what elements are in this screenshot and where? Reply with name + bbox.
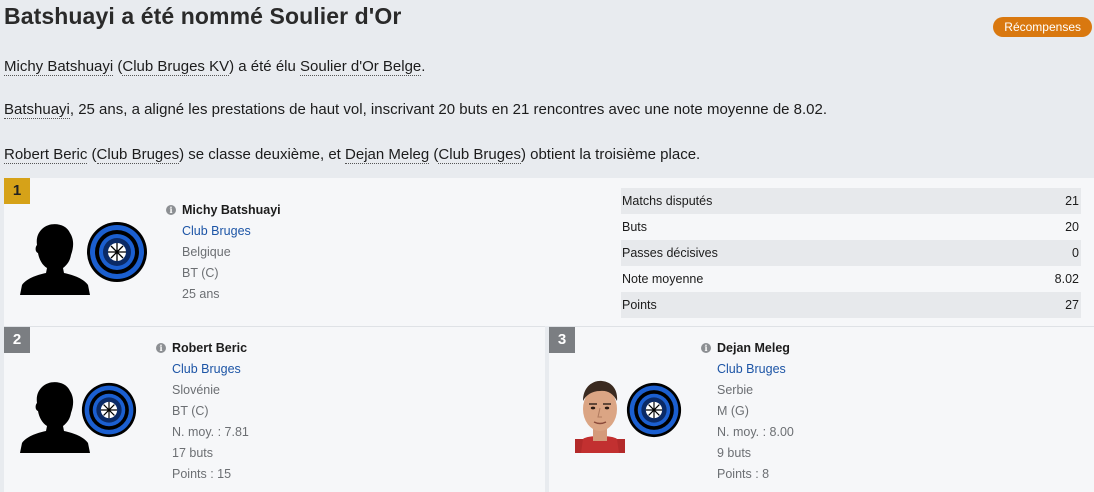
second-info: i Robert Beric Club Bruges Slovénie BT (… <box>156 338 249 485</box>
stat-label: Note moyenne <box>622 272 704 286</box>
player-link-beric[interactable]: Robert Beric <box>4 146 88 164</box>
second-place-card: 2 i Robert Beric Club Bruges Slovénie BT… <box>4 326 545 492</box>
player-position: M (G) <box>717 404 749 418</box>
winner-stats-table: Matchs disputés 21 Buts 20 Passes décisive… <box>621 188 1081 318</box>
player-position: BT (C) <box>182 266 219 280</box>
stat-label: Buts <box>622 220 648 234</box>
stat-value: 0 <box>1072 246 1079 260</box>
stat-label: Passes décisives <box>622 246 718 260</box>
club-link-2[interactable]: Club Bruges <box>96 146 180 164</box>
stat-row: Points 27 <box>621 292 1081 318</box>
player-nation: Slovénie <box>172 383 220 397</box>
text-fragment: . <box>421 58 426 75</box>
player-points: Points : 8 <box>717 467 770 481</box>
club-link-3[interactable]: Club Bruges <box>438 146 521 164</box>
player-photo <box>575 380 625 453</box>
player-name[interactable]: Michy Batshuayi <box>182 200 281 221</box>
rank-badge-2: 2 <box>4 327 30 353</box>
player-nation: Serbie <box>717 383 754 397</box>
player-position: BT (C) <box>172 404 209 418</box>
club-crest-icon <box>81 382 137 438</box>
club-crest-icon <box>87 222 147 282</box>
player-club-link[interactable]: Club Bruges <box>182 221 281 242</box>
player-goals: 17 buts <box>172 446 214 460</box>
player-name[interactable]: Dejan Meleg <box>717 338 794 359</box>
stat-value: 20 <box>1065 220 1079 234</box>
text-fragment: ( <box>87 146 97 163</box>
rank-badge-1: 1 <box>4 178 30 204</box>
news-paragraph-stats: Batshuayi, 25 ans, a aligné les prestati… <box>4 101 828 119</box>
text-fragment: ) se classe deuxième, et <box>179 146 346 163</box>
club-link[interactable]: Club Bruges KV <box>122 58 230 76</box>
stat-value: 21 <box>1065 194 1079 208</box>
player-link-batshuayi-2[interactable]: Batshuayi <box>4 101 70 119</box>
page-title: Batshuayi a été nommé Soulier d'Or <box>4 3 402 29</box>
info-icon[interactable]: i <box>166 205 176 215</box>
player-age: 25 ans <box>182 287 220 301</box>
text-fragment: , 25 ans, a aligné les prestations de ha… <box>69 101 828 118</box>
stat-label: Points <box>622 298 657 312</box>
news-paragraph-winner: Michy Batshuayi (Club Bruges KV) a été é… <box>4 58 426 76</box>
player-club-link[interactable]: Club Bruges <box>717 359 794 380</box>
stat-value: 27 <box>1065 298 1079 312</box>
awards-badge[interactable]: Récompenses <box>993 17 1092 37</box>
player-name[interactable]: Robert Beric <box>172 338 249 359</box>
player-points: Points : 15 <box>172 467 232 481</box>
player-silhouette-icon <box>20 224 90 295</box>
text-fragment: ( <box>113 58 123 75</box>
third-info: i Dejan Meleg Club Bruges Serbie M (G) N… <box>701 338 794 485</box>
text-fragment: ) a été élu <box>229 58 301 75</box>
player-link-batshuayi[interactable]: Michy Batshuayi <box>4 58 114 76</box>
winner-info: i Michy Batshuayi Club Bruges Belgique B… <box>166 200 281 305</box>
player-club-link[interactable]: Club Bruges <box>172 359 249 380</box>
stat-row: Passes décisives 0 <box>621 240 1081 266</box>
club-crest-icon <box>626 382 682 438</box>
info-icon[interactable]: i <box>701 343 711 353</box>
award-link[interactable]: Soulier d'Or Belge <box>300 58 422 76</box>
player-rating: N. moy. : 7.81 <box>172 425 249 439</box>
stat-value: 8.02 <box>1054 272 1079 286</box>
stat-row: Buts 20 <box>621 214 1081 240</box>
player-silhouette-icon <box>20 382 90 453</box>
player-nation: Belgique <box>182 245 231 259</box>
news-paragraph-podium: Robert Beric (Club Bruges) se classe deu… <box>4 146 701 164</box>
player-rating: N. moy. : 8.00 <box>717 425 794 439</box>
player-goals: 9 buts <box>717 446 752 460</box>
stat-row: Note moyenne 8.02 <box>621 266 1081 292</box>
player-link-meleg[interactable]: Dejan Meleg <box>345 146 430 164</box>
winner-card: 1 i Michy Batshuayi Club Bruges Belgique… <box>4 178 1094 326</box>
third-place-card: 3 i Dejan Meleg Club Bruges Serbie M (G)… <box>549 326 1094 492</box>
stat-row: Matchs disputés 21 <box>621 188 1081 214</box>
rank-badge-3: 3 <box>549 327 575 353</box>
stat-label: Matchs disputés <box>622 194 713 208</box>
text-fragment: ) obtient la troisième place. <box>520 146 701 163</box>
info-icon[interactable]: i <box>156 343 166 353</box>
